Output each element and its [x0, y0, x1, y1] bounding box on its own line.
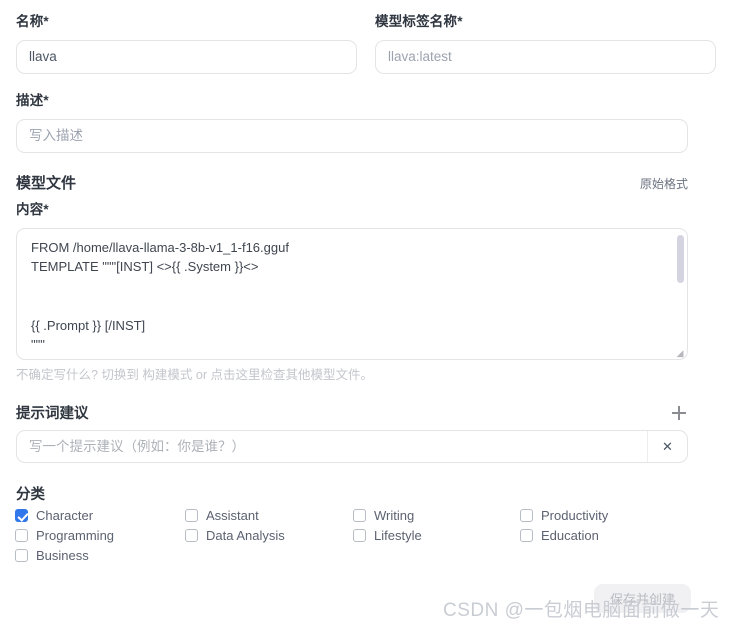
content-label: 内容* — [16, 202, 49, 217]
checkbox-unchecked-icon[interactable] — [353, 509, 366, 522]
prompt-suggestion-row: ✕ — [16, 430, 688, 463]
prompt-suggestions-title: 提示词建议 — [16, 406, 89, 422]
category-checkbox-assistant[interactable]: Assistant — [185, 509, 259, 522]
name-input[interactable] — [16, 39, 357, 74]
prompt-suggestion-input[interactable] — [17, 431, 647, 462]
checkbox-unchecked-icon[interactable] — [520, 529, 533, 542]
checkbox-unchecked-icon[interactable] — [353, 529, 366, 542]
category-checkbox-business[interactable]: Business — [15, 549, 89, 562]
category-checkbox-education[interactable]: Education — [520, 529, 599, 542]
category-label: Lifestyle — [374, 528, 422, 543]
content-field-group: 内容* FROM /home/llava-llama-3-8b-v1_1-f16… — [16, 203, 688, 360]
category-label: Writing — [374, 508, 415, 523]
category-label: Data Analysis — [206, 528, 285, 543]
category-checkbox-lifestyle[interactable]: Lifestyle — [353, 529, 422, 542]
checkbox-unchecked-icon[interactable] — [15, 549, 28, 562]
category-label: Business — [36, 548, 89, 563]
helper-mid: or — [192, 368, 211, 382]
checkbox-unchecked-icon[interactable] — [185, 529, 198, 542]
helper-prefix: 不确定写什么? 切换到 — [16, 368, 143, 382]
plus-icon[interactable] — [670, 404, 688, 422]
content-textarea-wrapper[interactable]: FROM /home/llava-llama-3-8b-v1_1-f16.ggu… — [16, 227, 688, 360]
category-label: Education — [541, 528, 599, 543]
categories-title: 分类 — [16, 487, 45, 503]
save-and-create-button[interactable]: 保存并创建 — [594, 584, 691, 613]
description-input[interactable] — [16, 118, 688, 153]
category-checkbox-writing[interactable]: Writing — [353, 509, 414, 522]
model-tag-field-group: 模型标签名称* — [375, 15, 716, 74]
modelfile-header: 模型文件 原始格式 — [16, 172, 688, 193]
other-modelfiles-link[interactable]: 点击这里 — [210, 368, 260, 382]
name-and-tag-row: 名称* 模型标签名称* — [16, 15, 716, 74]
model-tag-input[interactable] — [375, 39, 716, 74]
category-label: Assistant — [206, 508, 259, 523]
prompt-suggestions-header: 提示词建议 — [16, 402, 688, 423]
category-checkbox-productivity[interactable]: Productivity — [520, 509, 608, 522]
category-checkbox-character[interactable]: Character — [15, 509, 93, 522]
checkbox-checked-icon[interactable] — [15, 509, 28, 522]
model-tag-label: 模型标签名称* — [375, 14, 463, 29]
content-scrollbar-thumb[interactable] — [677, 234, 684, 283]
build-mode-link[interactable]: 构建模式 — [142, 368, 192, 382]
create-model-form: 名称* 模型标签名称* 描述* 模型文件 原始格式 内容* FROM /home… — [0, 0, 732, 629]
resize-handle-icon[interactable]: ◢ — [675, 348, 685, 358]
helper-suffix: 检查其他模型文件。 — [260, 368, 374, 382]
name-label: 名称* — [16, 14, 49, 29]
checkbox-unchecked-icon[interactable] — [520, 509, 533, 522]
close-icon[interactable]: ✕ — [647, 431, 687, 462]
checkbox-unchecked-icon[interactable] — [185, 509, 198, 522]
description-label: 描述* — [16, 93, 49, 108]
modelfile-section-title: 模型文件 — [16, 175, 77, 192]
raw-format-link[interactable]: 原始格式 — [640, 175, 688, 192]
category-checkbox-programming[interactable]: Programming — [15, 529, 114, 542]
checkbox-unchecked-icon[interactable] — [15, 529, 28, 542]
category-label: Productivity — [541, 508, 609, 523]
category-label: Programming — [36, 528, 115, 543]
name-field-group: 名称* — [16, 15, 357, 74]
description-field-group: 描述* — [16, 94, 688, 153]
category-checkbox-data-analysis[interactable]: Data Analysis — [185, 529, 285, 542]
modelfile-helper-text: 不确定写什么? 切换到 构建模式 or 点击这里检查其他模型文件。 — [16, 364, 373, 383]
content-textarea[interactable]: FROM /home/llava-llama-3-8b-v1_1-f16.ggu… — [17, 229, 687, 359]
category-label: Character — [36, 508, 94, 523]
